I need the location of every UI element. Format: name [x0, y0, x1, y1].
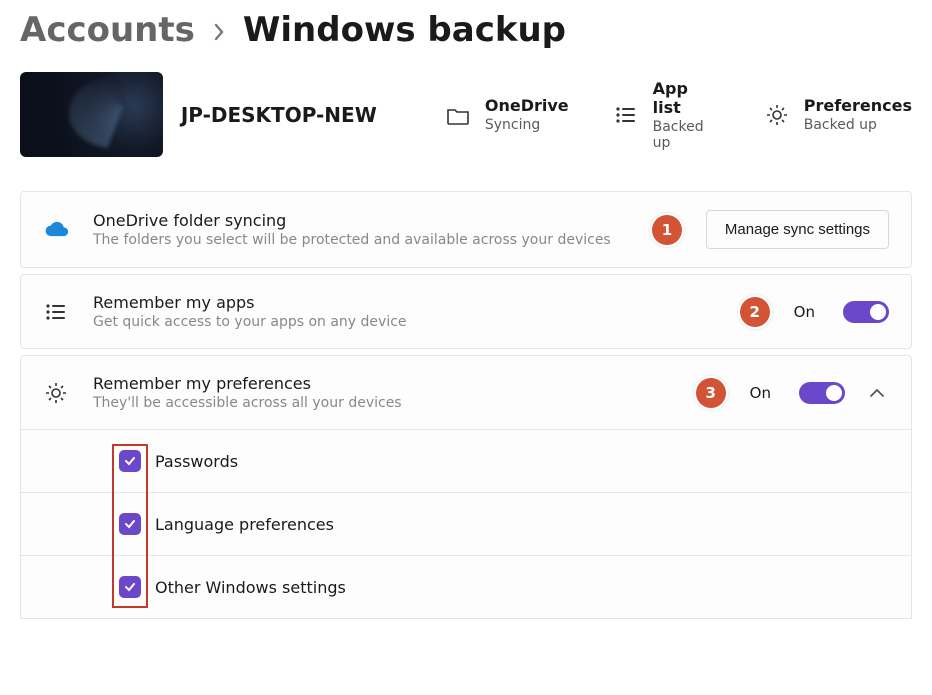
annotation-2: 2	[740, 297, 770, 327]
stat-applist-label: App list	[653, 79, 720, 117]
checkbox-other[interactable]	[119, 576, 141, 598]
card-apps-title: Remember my apps	[93, 293, 716, 312]
card-onedrive-title: OneDrive folder syncing	[93, 211, 628, 230]
gear-icon	[43, 380, 69, 406]
card-prefs-title: Remember my preferences	[93, 374, 672, 393]
settings-list: OneDrive folder syncing The folders you …	[20, 191, 912, 619]
apps-toggle-state: On	[794, 303, 815, 321]
stat-onedrive: OneDrive Syncing	[445, 96, 569, 133]
stat-prefs-label: Preferences	[804, 96, 912, 115]
card-remember-prefs[interactable]: Remember my preferences They'll be acces…	[20, 355, 912, 430]
prefs-toggle-state: On	[750, 384, 771, 402]
device-name: JP-DESKTOP-NEW	[181, 103, 401, 127]
applist-icon	[613, 102, 639, 128]
stat-onedrive-status: Syncing	[485, 117, 569, 133]
annotation-1: 1	[652, 215, 682, 245]
stat-onedrive-label: OneDrive	[485, 96, 569, 115]
card-onedrive-desc: The folders you select will be protected…	[93, 232, 628, 248]
pref-item-passwords: Passwords	[20, 430, 912, 493]
checkbox-passwords[interactable]	[119, 450, 141, 472]
stat-preferences: Preferences Backed up	[764, 96, 912, 133]
annotation-3: 3	[696, 378, 726, 408]
folder-icon	[445, 102, 471, 128]
chevron-right-icon	[213, 23, 225, 41]
stat-applist: App list Backed up	[613, 79, 720, 151]
breadcrumb: Accounts Windows backup	[20, 10, 912, 50]
chevron-up-icon[interactable]	[869, 388, 889, 398]
stat-applist-status: Backed up	[653, 119, 720, 151]
card-remember-apps: Remember my apps Get quick access to you…	[20, 274, 912, 349]
pref-item-language: Language preferences	[20, 493, 912, 556]
device-thumbnail	[20, 72, 163, 157]
pref-item-language-label: Language preferences	[155, 515, 334, 534]
breadcrumb-parent[interactable]: Accounts	[20, 10, 195, 50]
card-apps-desc: Get quick access to your apps on any dev…	[93, 314, 716, 330]
pref-item-other-label: Other Windows settings	[155, 578, 346, 597]
stat-prefs-status: Backed up	[804, 117, 912, 133]
gear-icon	[764, 102, 790, 128]
card-prefs-desc: They'll be accessible across all your de…	[93, 395, 672, 411]
pref-item-other: Other Windows settings	[20, 556, 912, 619]
manage-sync-settings-button[interactable]: Manage sync settings	[706, 210, 889, 249]
pref-item-passwords-label: Passwords	[155, 452, 238, 471]
onedrive-cloud-icon	[43, 219, 69, 241]
apps-toggle[interactable]	[843, 301, 889, 323]
page-title: Windows backup	[243, 10, 566, 50]
checkbox-language[interactable]	[119, 513, 141, 535]
device-summary: JP-DESKTOP-NEW OneDrive Syncing App list…	[20, 72, 912, 157]
card-onedrive-sync: OneDrive folder syncing The folders you …	[20, 191, 912, 268]
applist-icon	[43, 299, 69, 325]
prefs-toggle[interactable]	[799, 382, 845, 404]
